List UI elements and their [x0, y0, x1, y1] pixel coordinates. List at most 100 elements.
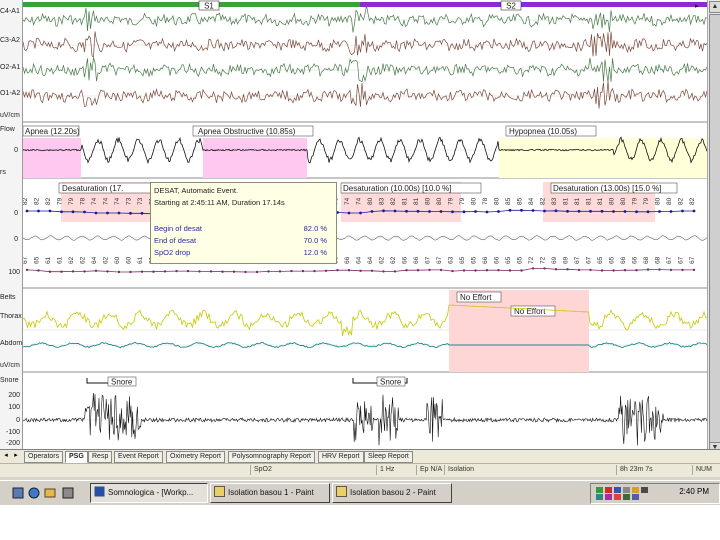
spo2-sample-label: 74: [103, 197, 110, 205]
tray-network-icon[interactable]: [596, 487, 603, 493]
channel-label-o2a1: O2-A1: [0, 64, 21, 71]
tab-prev-arrow-icon[interactable]: ◂: [2, 451, 10, 461]
spo2-tick-zero: 0: [14, 210, 18, 217]
event-snore-1-label: Snore: [111, 378, 133, 387]
tab-resp[interactable]: Resp: [88, 451, 113, 463]
pulse-sample-label: 66: [413, 256, 420, 264]
snore-tick-200: 200: [8, 392, 20, 399]
task-somnologica[interactable]: Somnologica - [Workp...: [90, 483, 208, 503]
event-apnea-1-region[interactable]: [23, 138, 81, 178]
stage-end-marker: ▸: [695, 3, 699, 10]
spo2-sample-label: 74: [344, 197, 351, 205]
spo2-sample-label: 80: [425, 197, 432, 205]
task-somnologica-label: Somnologica - [Workp...: [108, 488, 194, 497]
tray-connection-icon[interactable]: [623, 494, 630, 500]
quicklaunch-desktop-icon[interactable]: [12, 487, 24, 499]
stage-bar-s2: [360, 2, 707, 7]
task-paint-1[interactable]: Isolation basou 1 - Paint: [210, 483, 330, 503]
stage-label-s1: S1: [204, 2, 214, 11]
pulse-sample-label: 66: [620, 256, 627, 264]
tray-alert-icon[interactable]: [614, 494, 621, 500]
tooltip-drop-label: SpO2 drop: [154, 248, 191, 257]
tab-oximetry-report[interactable]: Oximetry Report: [166, 451, 225, 463]
tray-printer-icon[interactable]: [623, 487, 630, 493]
tab-next-arrow-icon[interactable]: ▸: [12, 451, 20, 461]
status-bar: SpO2 1 Hz Ep N/A Isolation 8h 23m 7s NUM: [0, 463, 720, 477]
tab-sleep-report[interactable]: Sleep Report: [364, 451, 413, 463]
scroll-up-arrow-icon[interactable]: ▲: [709, 1, 720, 13]
quicklaunch-app-icon[interactable]: [62, 487, 74, 499]
pulse-sample-label: 68: [643, 256, 650, 264]
taskbar-clock[interactable]: 2:40 PM: [679, 487, 709, 496]
channel-unit-effort: rs: [0, 169, 6, 176]
status-elapsed-time: 8h 23m 7s: [616, 465, 692, 475]
quicklaunch-browser-icon[interactable]: [28, 487, 40, 499]
task-paint-2[interactable]: Isolation basou 2 - Paint: [332, 483, 452, 503]
pulse-sample-label: 62: [379, 256, 386, 264]
event-hypopnea-region[interactable]: [499, 138, 707, 178]
pulse-sample-label: 67: [574, 256, 581, 264]
tooltip-end-label: End of desat: [154, 236, 197, 245]
spo2-sample-label: 82: [689, 197, 696, 205]
channel-label-abdomen: Abdomen: [0, 340, 22, 347]
polysomnography-trace-view[interactable]: S1 S2 ▸ Apnea (12.20s) Apnea Obstructive…: [23, 0, 707, 455]
scroll-thumb[interactable]: [709, 14, 720, 446]
pulse-sample-label: 67: [666, 256, 673, 264]
pulse-sample-label: 72: [528, 256, 535, 264]
tray-volume-icon[interactable]: [632, 494, 639, 500]
event-desat-2-label: Desaturation (10.00s) [10.0 %]: [343, 184, 452, 193]
tab-event-report[interactable]: Event Report: [114, 451, 163, 463]
empty-slide-margin: [0, 505, 720, 540]
pulse-sample-label: 61: [137, 256, 144, 264]
tray-media-icon[interactable]: [605, 494, 612, 500]
spo2-sample-label: 80: [471, 197, 478, 205]
tray-update-icon[interactable]: [614, 487, 621, 493]
channel-label-belts: Belts: [0, 294, 16, 301]
paint-icon: [214, 486, 225, 497]
event-desat-3-label: Desaturation (13.00s) [15.0 %]: [553, 184, 662, 193]
pulse-sample-label: 64: [91, 256, 98, 264]
tray-antivirus-icon[interactable]: [605, 487, 612, 493]
channel-label-c3a2: C3-A2: [0, 37, 20, 44]
pulse-sample-label: 68: [655, 256, 662, 264]
tray-monitor-icon[interactable]: [641, 487, 648, 493]
pulse-sample-label: 67: [689, 256, 696, 264]
snore-signal: [23, 392, 707, 446]
pulse-sample-label: 69: [551, 256, 558, 264]
windows-taskbar: Somnologica - [Workp... Isolation basou …: [0, 480, 720, 505]
event-apnea-obstructive-region[interactable]: [203, 138, 307, 178]
tab-operators[interactable]: Operators: [24, 451, 64, 463]
event-no-effort-region[interactable]: [449, 290, 589, 372]
report-tab-strip: ◂ ▸ Operators PSG Resp Event Report Oxim…: [0, 449, 720, 463]
pulse-trace: 6765616162626462606061616263636262616160…: [23, 235, 707, 274]
spo2-sample-label: 85: [517, 197, 524, 205]
channel-label-c4a1: C4-A1: [0, 8, 20, 15]
spo2-sample-label: 81: [413, 197, 420, 205]
spo2-sample-label: 81: [563, 197, 570, 205]
pulse-sample-label: 62: [103, 256, 110, 264]
task-paint-1-label: Isolation basou 1 - Paint: [228, 488, 314, 497]
tray-messenger-icon[interactable]: [632, 487, 639, 493]
pulse-sample-label: 60: [114, 256, 121, 264]
spo2-sample-label: 84: [528, 197, 535, 205]
quicklaunch-outlook-icon[interactable]: [44, 487, 56, 499]
pulse-sample-label: 62: [68, 256, 75, 264]
pulse-sample-label: 65: [609, 256, 616, 264]
pulse-sample-label: 72: [540, 256, 547, 264]
spo2-sample-label: 82: [45, 197, 52, 205]
event-snore-2-label: Snore: [380, 378, 402, 387]
snore-tick-100: 100: [8, 404, 20, 411]
event-no-effort-1-label: No Effort: [460, 293, 492, 302]
tab-hrv-report[interactable]: HRV Report: [318, 451, 364, 463]
pulse-sample-label: 67: [436, 256, 443, 264]
spo2-sample-label: 79: [57, 197, 64, 205]
tray-sync-icon[interactable]: [596, 494, 603, 500]
vertical-scrollbar[interactable]: ▲ ▼: [707, 0, 720, 455]
pulse-sample-label: 63: [448, 256, 455, 264]
tab-psg[interactable]: PSG: [65, 451, 88, 463]
pulse-sample-label: 65: [505, 256, 512, 264]
pulse-sample-label: 62: [390, 256, 397, 264]
tab-polysomnography-report[interactable]: Polysomnography Report: [228, 451, 315, 463]
snore-trace: [23, 392, 707, 446]
spo2-sample-label: 80: [655, 197, 662, 205]
